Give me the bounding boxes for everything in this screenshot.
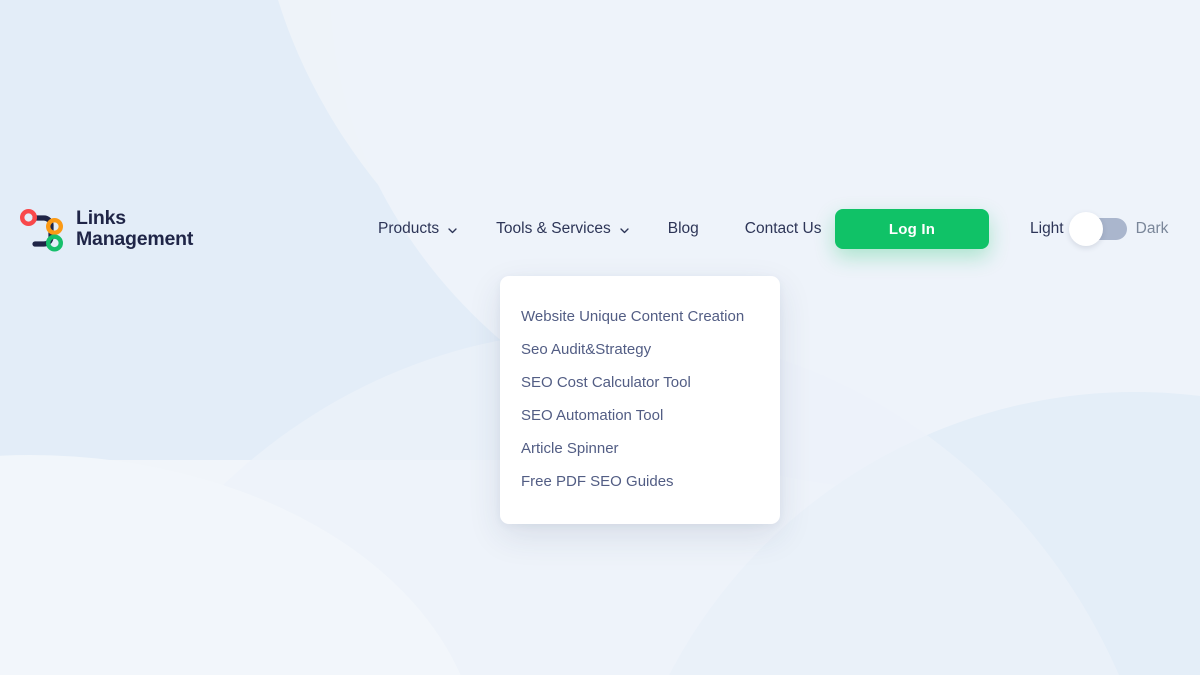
theme-toggle-switch[interactable] <box>1068 212 1127 246</box>
nav-item-label: Products <box>378 220 440 237</box>
nav-item-label: Tools & Services <box>496 220 611 237</box>
brand-name-line2: Management <box>76 228 194 250</box>
nav-item-products[interactable]: Products <box>378 220 458 238</box>
page-root: Links Management Products Tools & Servic… <box>0 0 1200 675</box>
log-in-button[interactable]: Log In <box>835 209 989 249</box>
site-header: Links Management Products Tools & Servic… <box>0 196 1200 262</box>
nav-item-blog[interactable]: Blog <box>668 220 699 238</box>
theme-toggle-dark-label: Dark <box>1135 220 1169 237</box>
dropdown-item-seo-cost-calculator-tool[interactable]: SEO Cost Calculator Tool <box>500 366 780 399</box>
dropdown-item-article-spinner[interactable]: Article Spinner <box>500 432 780 465</box>
dropdown-item-website-unique-content-creation[interactable]: Website Unique Content Creation <box>500 300 780 333</box>
products-dropdown-menu: Website Unique Content Creation Seo Audi… <box>500 276 780 524</box>
theme-toggle-knob[interactable] <box>1068 212 1103 246</box>
brand-name-line1: Links <box>76 206 126 229</box>
brand-name: Links Management <box>76 206 194 251</box>
links-management-nodes-icon <box>19 208 64 252</box>
nav-item-tools-and-services[interactable]: Tools & Services <box>496 220 630 238</box>
nav-item-label: Contact Us <box>744 220 822 237</box>
dropdown-item-seo-audit-strategy[interactable]: Seo Audit&Strategy <box>500 333 780 366</box>
nav-item-label: Blog <box>667 220 699 237</box>
theme-toggle[interactable]: Light Dark <box>1030 196 1168 262</box>
nav-item-contact-us[interactable]: Contact Us <box>745 220 822 238</box>
chevron-down-icon <box>620 227 629 233</box>
chevron-down-icon <box>448 227 457 233</box>
brand-logo[interactable]: Links Management <box>18 196 193 262</box>
theme-toggle-light-label: Light <box>1030 220 1064 237</box>
primary-navigation: Products Tools & Services Blog Contact U… <box>378 196 821 262</box>
dropdown-item-free-pdf-seo-guides[interactable]: Free PDF SEO Guides <box>500 465 780 498</box>
dropdown-item-seo-automation-tool[interactable]: SEO Automation Tool <box>500 399 780 432</box>
